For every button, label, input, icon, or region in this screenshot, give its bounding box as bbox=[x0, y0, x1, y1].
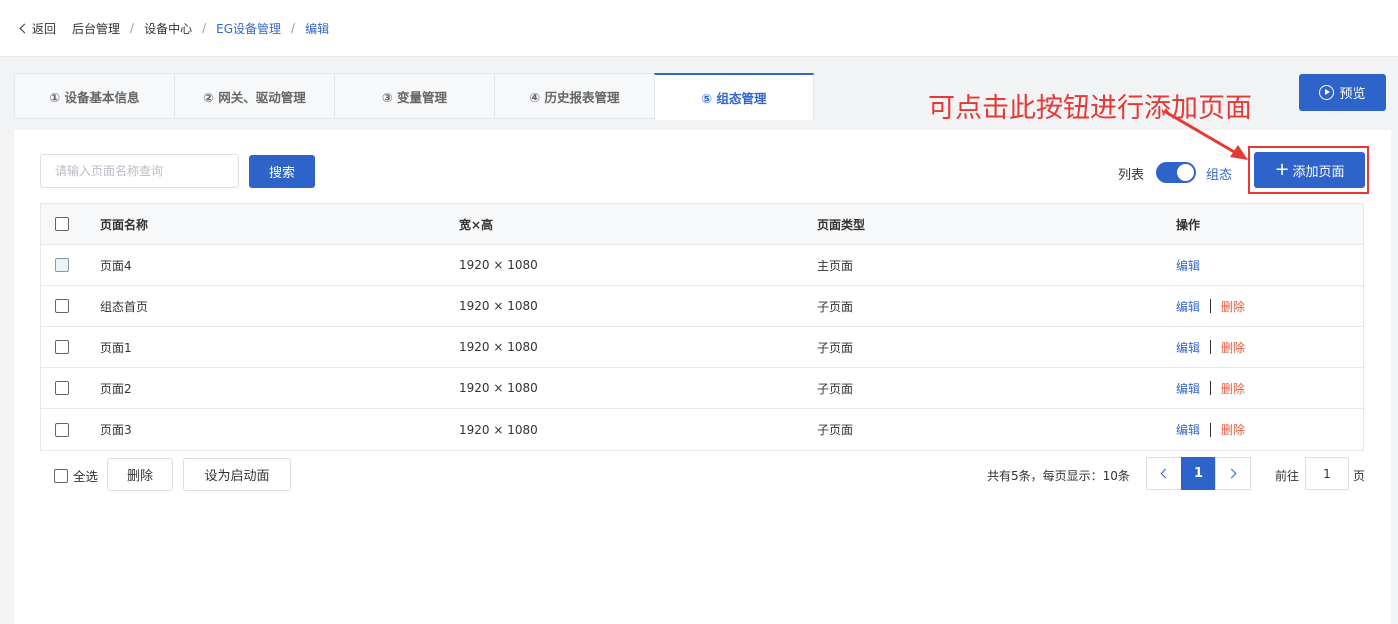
delete-link[interactable]: 删除 bbox=[1221, 421, 1245, 438]
edit-link[interactable]: 编辑 bbox=[1176, 298, 1200, 315]
page-type-cell: 子页面 bbox=[817, 423, 854, 437]
breadcrumb: 后台管理 / 设备中心 / EG设备管理 / 编辑 bbox=[72, 20, 329, 37]
add-page-button[interactable]: + 添加页面 bbox=[1254, 152, 1365, 188]
page-name-cell: 页面1 bbox=[100, 340, 132, 355]
edit-link[interactable]: 编辑 bbox=[1176, 380, 1200, 397]
breadcrumb-item-admin[interactable]: 后台管理 bbox=[72, 20, 120, 37]
action-divider bbox=[1210, 422, 1212, 437]
page-name-cell: 页面3 bbox=[100, 423, 132, 437]
page-type-cell: 主页面 bbox=[817, 258, 854, 273]
select-all-header-checkbox[interactable] bbox=[55, 217, 69, 231]
column-header-size: 宽×高 bbox=[459, 217, 494, 232]
page-name-cell: 组态首页 bbox=[100, 299, 149, 314]
plus-icon: + bbox=[1274, 159, 1290, 180]
page-size-cell: 1920 × 1080 bbox=[459, 258, 538, 272]
column-header-type: 页面类型 bbox=[817, 217, 866, 232]
select-all-label: 全选 bbox=[73, 469, 99, 484]
chevron-left-icon bbox=[1160, 468, 1171, 479]
prev-page-button[interactable] bbox=[1146, 457, 1182, 490]
page-name-cell: 页面4 bbox=[100, 258, 132, 273]
top-bar: 返回 后台管理 / 设备中心 / EG设备管理 / 编辑 bbox=[0, 0, 1398, 57]
goto-page-input[interactable] bbox=[1305, 457, 1349, 490]
row-checkbox[interactable] bbox=[55, 258, 69, 272]
breadcrumb-separator: / bbox=[202, 21, 207, 35]
page-number-current[interactable]: 1 bbox=[1181, 457, 1216, 490]
action-divider bbox=[1210, 381, 1212, 395]
annotation-arrow bbox=[1163, 109, 1248, 160]
select-all[interactable]: 全选 bbox=[54, 466, 98, 485]
breadcrumb-separator: / bbox=[291, 21, 296, 35]
tab-history-report[interactable]: ④ 历史报表管理 bbox=[494, 73, 654, 119]
table-row: 页面2 1920 × 1080 子页面 编辑 删除 bbox=[41, 368, 1363, 409]
page-type-cell: 子页面 bbox=[817, 381, 854, 396]
chevron-left-icon bbox=[19, 23, 30, 33]
page-type-cell: 子页面 bbox=[817, 299, 854, 314]
action-divider bbox=[1210, 340, 1212, 354]
breadcrumb-separator: / bbox=[130, 21, 135, 35]
view-config-label: 组态 bbox=[1206, 168, 1233, 183]
play-circle-icon bbox=[1319, 85, 1335, 100]
table-row: 页面4 1920 × 1080 主页面 编辑 bbox=[41, 245, 1363, 286]
table-row: 页面3 1920 × 1080 子页面 编辑 删除 bbox=[41, 409, 1363, 450]
add-page-label: 添加页面 bbox=[1292, 164, 1345, 180]
back-label: 返回 bbox=[32, 21, 57, 36]
edit-link[interactable]: 编辑 bbox=[1176, 421, 1200, 438]
table-header: 页面名称 宽×高 页面类型 操作 bbox=[41, 204, 1363, 245]
pagination-summary: 共有5条，每页显示：10条 bbox=[987, 467, 1130, 484]
goto-prefix-label: 前往 bbox=[1275, 469, 1300, 483]
page-name-cell: 页面2 bbox=[100, 381, 132, 396]
page-type-cell: 子页面 bbox=[817, 340, 854, 355]
per-page-value: 10条 bbox=[1102, 469, 1130, 483]
view-mode-toggle[interactable] bbox=[1156, 162, 1196, 183]
tab-bar: ① 设备基本信息 ② 网关、驱动管理 ③ 变量管理 ④ 历史报表管理 ⑤ 组态管… bbox=[14, 73, 814, 120]
tab-variable-management[interactable]: ③ 变量管理 bbox=[334, 73, 494, 119]
row-checkbox[interactable] bbox=[55, 381, 69, 395]
preview-label: 预览 bbox=[1339, 87, 1366, 102]
edit-link[interactable]: 编辑 bbox=[1176, 339, 1200, 356]
tab-device-basic-info[interactable]: ① 设备基本信息 bbox=[14, 73, 174, 119]
set-startup-page-button[interactable]: 设为启动面 bbox=[183, 458, 291, 491]
breadcrumb-item-device-center[interactable]: 设备中心 bbox=[144, 20, 192, 37]
tab-configuration[interactable]: ⑤ 组态管理 bbox=[654, 73, 814, 120]
breadcrumb-item-eg-device[interactable]: EG设备管理 bbox=[216, 20, 281, 37]
column-header-actions: 操作 bbox=[1176, 217, 1201, 232]
page-size-cell: 1920 × 1080 bbox=[459, 381, 538, 395]
delete-link[interactable]: 删除 bbox=[1221, 298, 1245, 315]
row-checkbox[interactable] bbox=[55, 340, 69, 354]
edit-link[interactable]: 编辑 bbox=[1176, 257, 1200, 274]
pages-table: 页面名称 宽×高 页面类型 操作 页面4 1920 × 1080 主页面 编辑 … bbox=[40, 203, 1364, 451]
tab-gateway-driver[interactable]: ② 网关、驱动管理 bbox=[174, 73, 334, 119]
page-size-cell: 1920 × 1080 bbox=[459, 340, 538, 354]
page-size-cell: 1920 × 1080 bbox=[459, 299, 538, 313]
view-list-label: 列表 bbox=[1118, 168, 1145, 183]
next-page-button[interactable] bbox=[1215, 457, 1251, 490]
back-link[interactable]: 返回 bbox=[18, 20, 56, 37]
total-text: 共有5条，每页显示： bbox=[987, 469, 1103, 483]
search-input[interactable] bbox=[40, 154, 239, 188]
bulk-delete-button[interactable]: 删除 bbox=[107, 458, 173, 491]
delete-link[interactable]: 删除 bbox=[1221, 339, 1245, 356]
page-size-cell: 1920 × 1080 bbox=[459, 422, 538, 437]
select-all-checkbox[interactable] bbox=[54, 468, 68, 483]
action-divider bbox=[1210, 299, 1212, 313]
preview-button[interactable]: 预览 bbox=[1299, 74, 1386, 111]
goto-suffix-label: 页 bbox=[1353, 469, 1366, 483]
delete-link[interactable]: 删除 bbox=[1221, 380, 1245, 397]
row-checkbox[interactable] bbox=[55, 422, 69, 437]
column-header-name: 页面名称 bbox=[100, 217, 149, 232]
chevron-right-icon bbox=[1226, 468, 1237, 479]
table-row: 组态首页 1920 × 1080 子页面 编辑 删除 bbox=[41, 286, 1363, 327]
search-button[interactable]: 搜索 bbox=[249, 155, 315, 188]
row-checkbox[interactable] bbox=[55, 299, 69, 313]
breadcrumb-item-edit: 编辑 bbox=[305, 21, 330, 36]
table-row: 页面1 1920 × 1080 子页面 编辑 删除 bbox=[41, 327, 1363, 368]
